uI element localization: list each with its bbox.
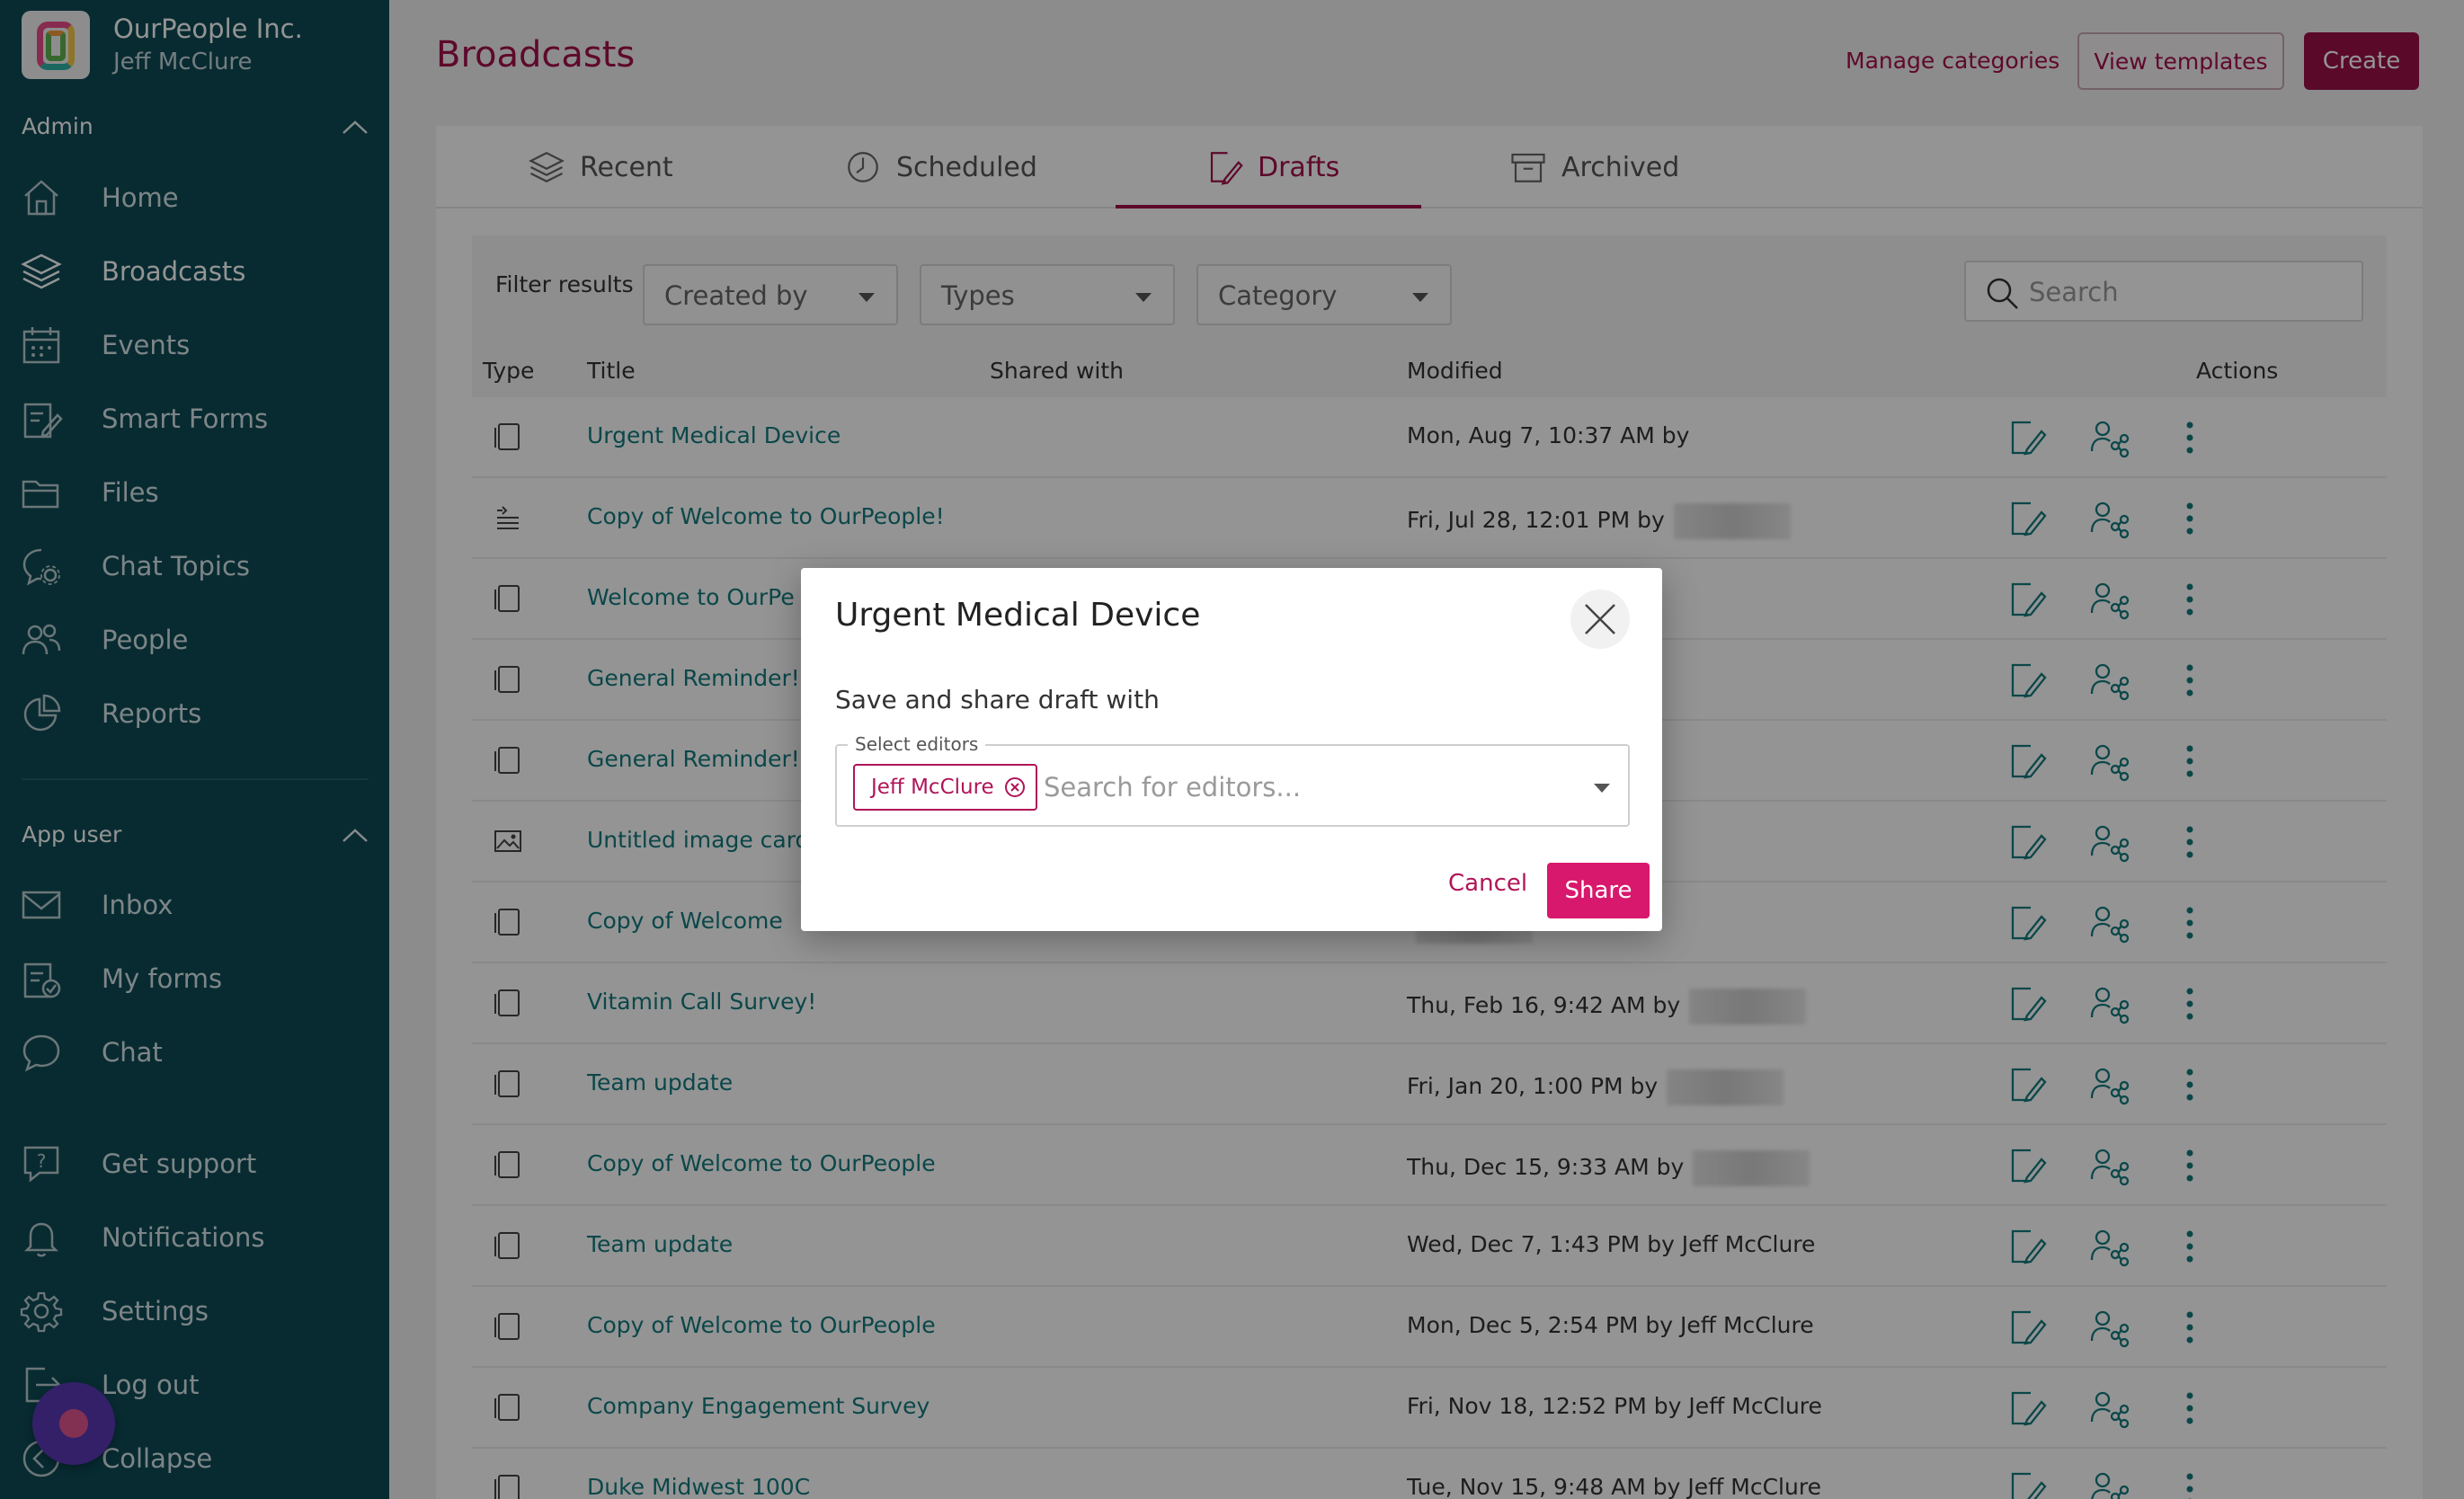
chip-label: Jeff McClure — [871, 776, 994, 799]
close-button[interactable] — [1570, 590, 1630, 649]
cancel-button[interactable]: Cancel — [1448, 870, 1527, 897]
editor-chip: Jeff McClure — [853, 764, 1037, 811]
remove-chip-icon[interactable] — [1003, 776, 1027, 799]
editors-select-field[interactable]: Select editors Jeff McClure — [835, 733, 1630, 827]
modal-title: Urgent Medical Device — [835, 597, 1201, 634]
caret-down-icon[interactable] — [1594, 784, 1610, 793]
editors-search-input[interactable] — [1044, 766, 1547, 809]
share-button[interactable]: Share — [1547, 863, 1650, 918]
close-icon — [1585, 604, 1615, 634]
modal-subtitle: Save and share draft with — [835, 685, 1160, 714]
field-legend: Select editors — [848, 733, 986, 755]
share-draft-dialog: Urgent Medical Device Save and share dra… — [801, 568, 1662, 931]
